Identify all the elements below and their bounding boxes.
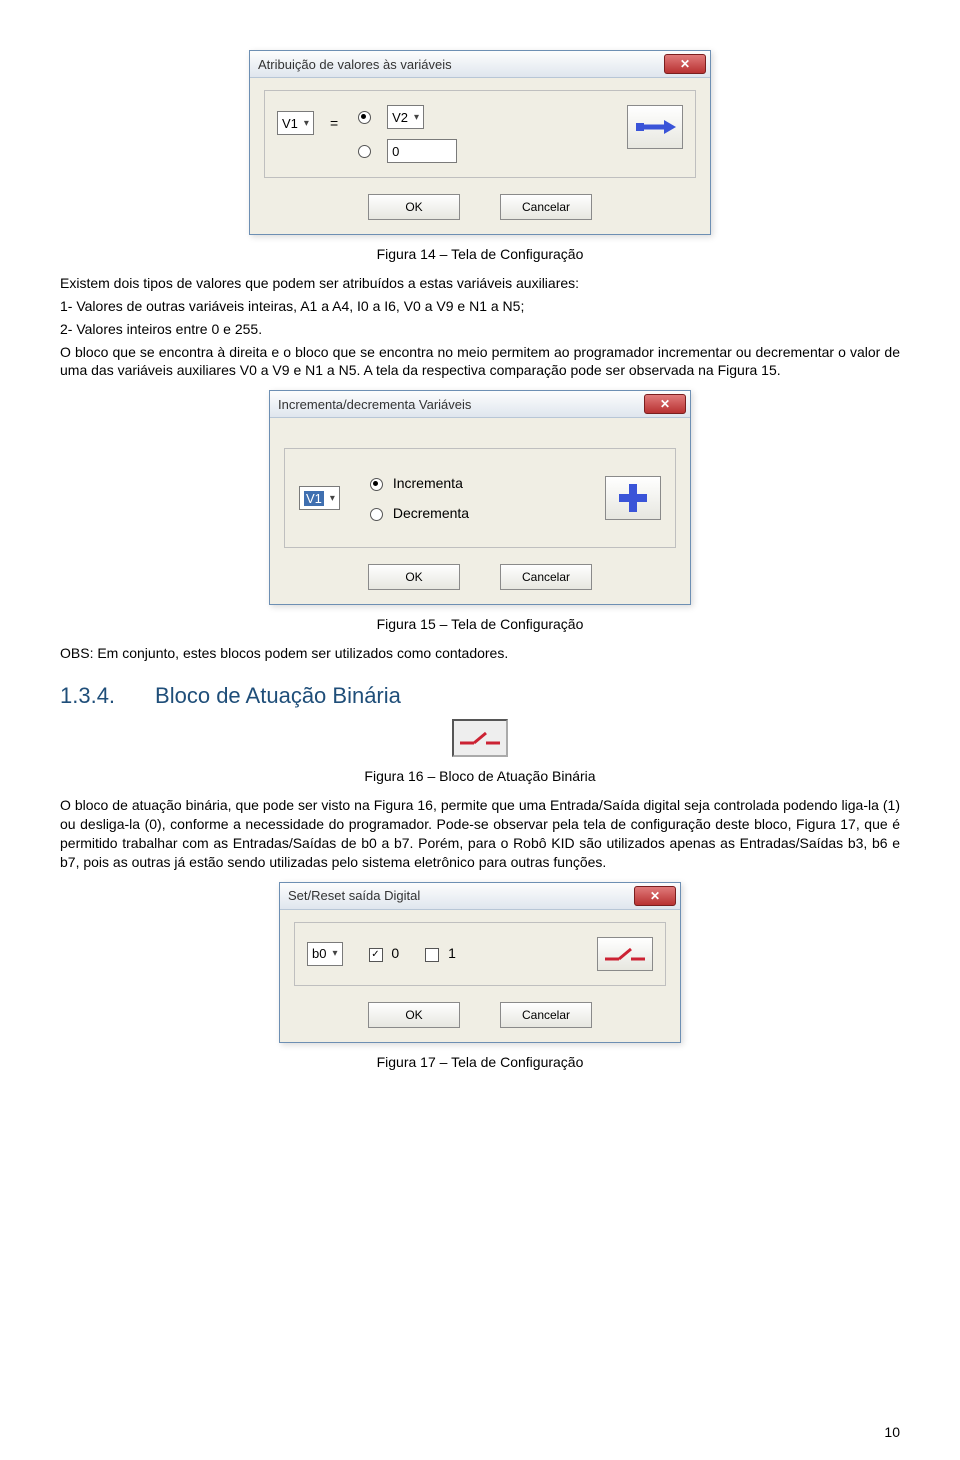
plus-block-icon [605,476,661,520]
section-heading: 1.3.4.Bloco de Atuação Binária [60,683,900,709]
obs-note: OBS: Em conjunto, estes blocos podem ser… [60,644,900,663]
cancel-button[interactable]: Cancelar [500,564,592,590]
dialog-set-reset: Set/Reset saída Digital ✕ b0 ✓ 0 1 [279,882,681,1043]
figure-17-caption: Figura 17 – Tela de Configuração [60,1053,900,1072]
figure-16-caption: Figura 16 – Bloco de Atuação Binária [60,767,900,786]
radio-constant[interactable] [358,145,371,158]
checkbox-0-row[interactable]: ✓ 0 [369,945,400,961]
paragraph-binary-block: O bloco de atuação binária, que pode ser… [60,796,900,872]
radio-incrementa[interactable] [370,478,383,491]
radio-incrementa-row[interactable]: Incrementa [370,475,469,491]
dialog-title: Atribuição de valores às variáveis [258,57,452,72]
binary-action-block-icon [452,719,508,757]
ok-button[interactable]: OK [368,1002,460,1028]
close-icon[interactable]: ✕ [664,54,706,74]
switch-block-icon [597,937,653,971]
checkbox-1-row[interactable]: 1 [425,945,456,961]
close-icon[interactable]: ✕ [634,886,676,906]
left-var-dropdown[interactable]: V1 [277,111,314,135]
var-dropdown[interactable]: V1 [299,486,340,510]
figure-15-caption: Figura 15 – Tela de Configuração [60,615,900,634]
assign-block-icon [627,105,683,149]
checkbox-1[interactable] [425,948,439,962]
list-item-2: 2- Valores inteiros entre 0 e 255. [60,320,900,339]
titlebar: Incrementa/decrementa Variáveis ✕ [270,391,690,418]
titlebar: Set/Reset saída Digital ✕ [280,883,680,910]
radio-decrementa-row[interactable]: Decrementa [370,505,469,521]
cancel-button[interactable]: Cancelar [500,194,592,220]
checkbox-0[interactable]: ✓ [369,948,383,962]
ok-button[interactable]: OK [368,194,460,220]
close-icon[interactable]: ✕ [644,394,686,414]
dialog-title: Incrementa/decrementa Variáveis [278,397,471,412]
equals-label: = [330,115,338,131]
list-item-1: 1- Valores de outras variáveis inteiras,… [60,297,900,316]
ok-button[interactable]: OK [368,564,460,590]
titlebar: Atribuição de valores às variáveis ✕ [250,51,710,78]
radio-decrementa[interactable] [370,508,383,521]
cancel-button[interactable]: Cancelar [500,1002,592,1028]
dialog-title: Set/Reset saída Digital [288,888,420,903]
dialog-assign-values: Atribuição de valores às variáveis ✕ V1 … [249,50,711,235]
page-number: 10 [884,1424,900,1440]
const-input[interactable]: 0 [387,139,457,163]
radio-variable[interactable] [358,111,371,124]
figure-14-caption: Figura 14 – Tela de Configuração [60,245,900,264]
paragraph-inc-dec: O bloco que se encontra à direita e o bl… [60,343,900,381]
pin-dropdown[interactable]: b0 [307,942,343,966]
paragraph-types-intro: Existem dois tipos de valores que podem … [60,274,900,293]
dialog-inc-dec: Incrementa/decrementa Variáveis ✕ V1 Inc… [269,390,691,605]
right-var-dropdown[interactable]: V2 [387,105,424,129]
